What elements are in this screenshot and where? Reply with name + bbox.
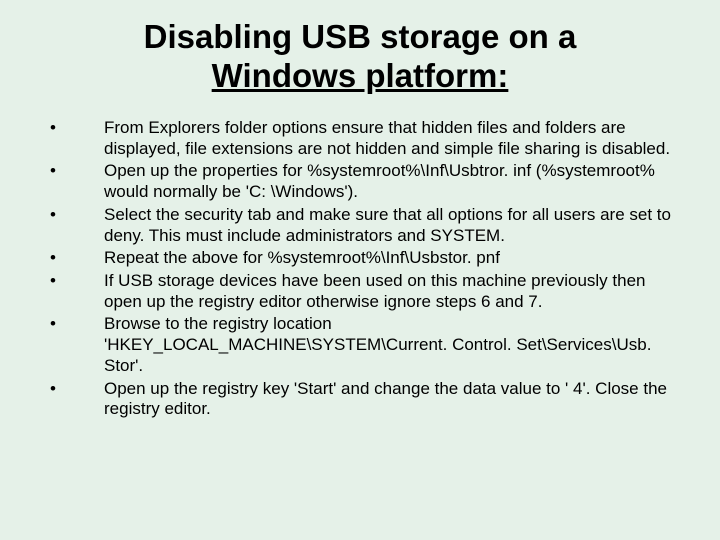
title-line-2: Windows platform: bbox=[212, 57, 509, 94]
bullet-text: From Explorers folder options ensure tha… bbox=[104, 118, 670, 158]
list-item: Browse to the registry location 'HKEY_LO… bbox=[44, 314, 676, 376]
list-item: Select the security tab and make sure th… bbox=[44, 205, 676, 246]
slide-title: Disabling USB storage on a Windows platf… bbox=[44, 18, 676, 96]
list-item: If USB storage devices have been used on… bbox=[44, 271, 676, 312]
bullet-text: Open up the registry key 'Start' and cha… bbox=[104, 379, 667, 419]
bullet-list: From Explorers folder options ensure tha… bbox=[44, 118, 676, 420]
list-item: Open up the properties for %systemroot%\… bbox=[44, 161, 676, 202]
list-item: Open up the registry key 'Start' and cha… bbox=[44, 379, 676, 420]
bullet-text: Repeat the above for %systemroot%\Inf\Us… bbox=[104, 248, 500, 267]
bullet-text: Open up the properties for %systemroot%\… bbox=[104, 161, 655, 201]
list-item: From Explorers folder options ensure tha… bbox=[44, 118, 676, 159]
list-item: Repeat the above for %systemroot%\Inf\Us… bbox=[44, 248, 676, 269]
bullet-text: Browse to the registry location 'HKEY_LO… bbox=[104, 314, 651, 374]
slide: Disabling USB storage on a Windows platf… bbox=[0, 0, 720, 540]
bullet-text: If USB storage devices have been used on… bbox=[104, 271, 646, 311]
title-line-1: Disabling USB storage on a bbox=[144, 18, 577, 55]
bullet-text: Select the security tab and make sure th… bbox=[104, 205, 671, 245]
